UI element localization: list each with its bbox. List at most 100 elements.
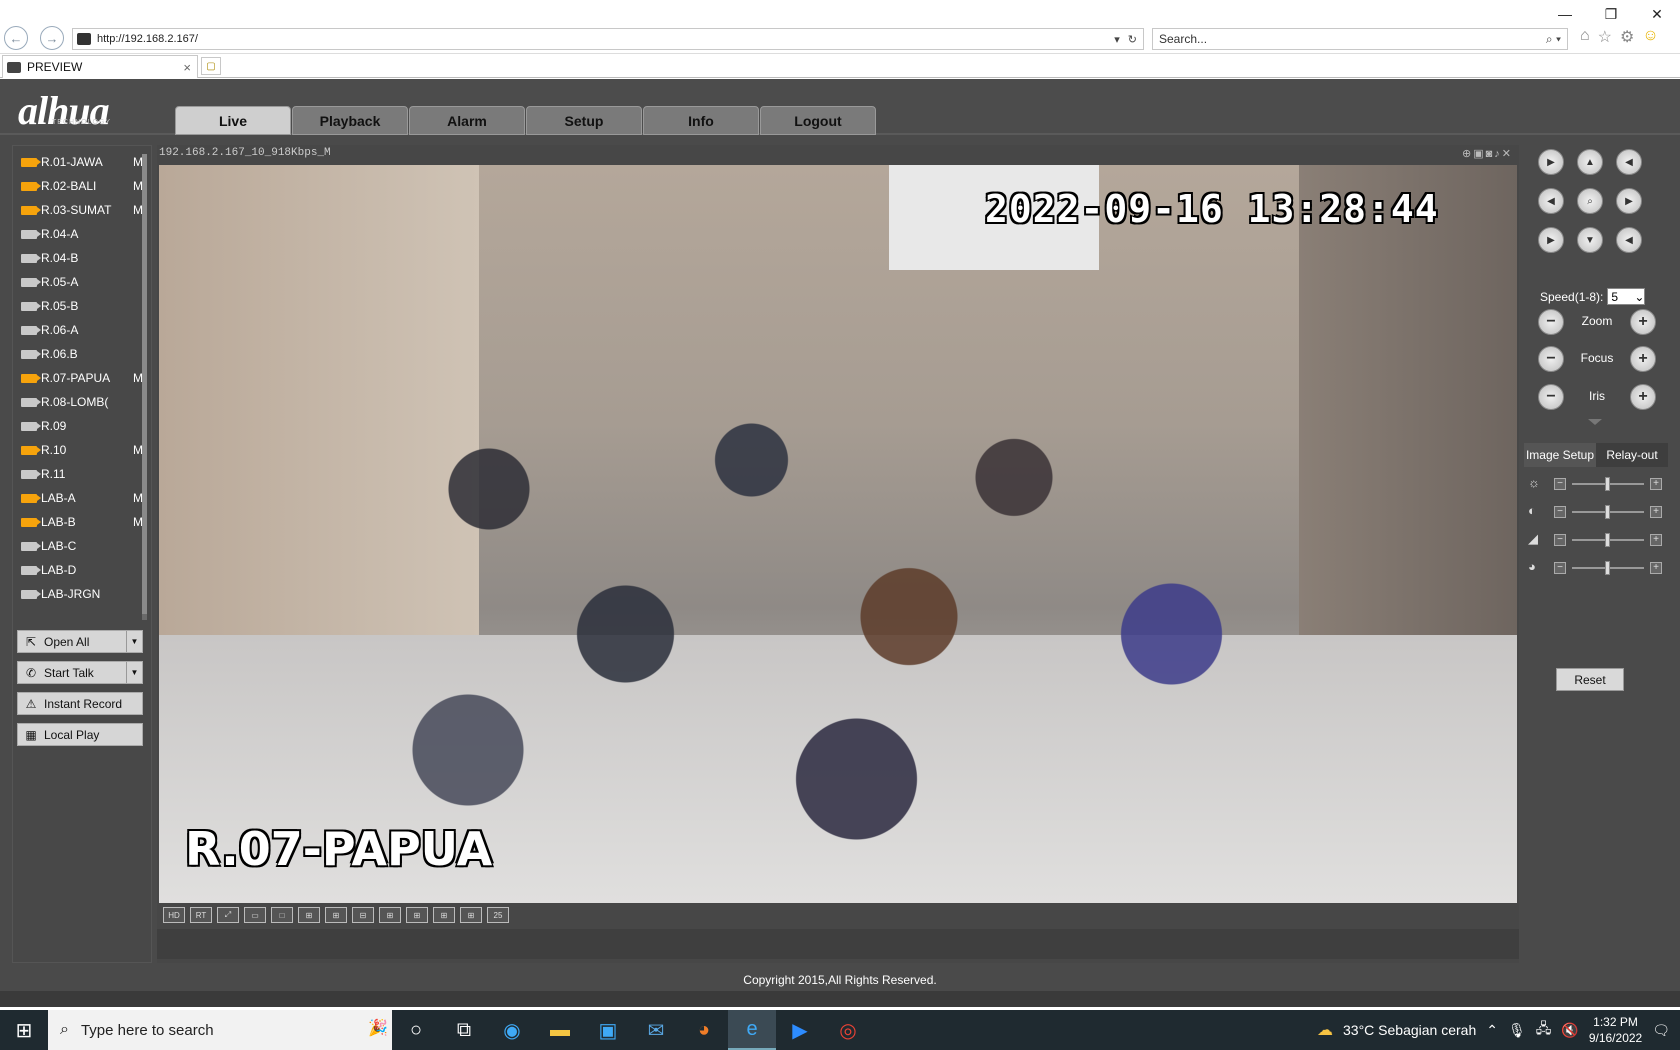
brightness-minus-button[interactable]: − — [1554, 478, 1566, 490]
taskbar-file-explorer[interactable]: ▬ — [536, 1010, 584, 1050]
taskbar-store[interactable]: ▣ — [584, 1010, 632, 1050]
channel-item[interactable]: R.09 — [15, 414, 147, 438]
taskbar-search-input[interactable]: ⌕ Type here to search 🎉 — [48, 1010, 392, 1050]
layout-button[interactable]: ⊞ — [379, 907, 401, 923]
focus-minus-button[interactable]: − — [1538, 346, 1564, 372]
slider-thumb[interactable] — [1605, 477, 1610, 491]
brightness-slider[interactable] — [1572, 477, 1644, 491]
speed-select[interactable]: 5 ⌄ — [1607, 288, 1646, 305]
start-talk-dropdown-icon[interactable]: ▼ — [126, 662, 142, 683]
layout-button[interactable]: ▭ — [244, 907, 266, 923]
iris-plus-button[interactable]: + — [1630, 384, 1656, 410]
ptz-up-right-button[interactable]: ◀ — [1616, 149, 1642, 175]
taskbar-zoom[interactable]: ▶ — [776, 1010, 824, 1050]
zoom-out-button[interactable]: − — [1538, 309, 1564, 335]
tab-live[interactable]: Live — [175, 106, 291, 135]
clock[interactable]: 1:32 PM 9/16/2022 — [1589, 1014, 1642, 1046]
slider-thumb[interactable] — [1605, 505, 1610, 519]
channel-item[interactable]: R.04-B — [15, 246, 147, 270]
tray-chevron-up-icon[interactable]: ⌃ — [1486, 1022, 1498, 1039]
ptz-up-left-button[interactable]: ▶ — [1538, 149, 1564, 175]
ptz-left-button[interactable]: ◀ — [1538, 188, 1564, 214]
settings-gear-icon[interactable]: ⚙ — [1620, 27, 1634, 47]
channel-item[interactable]: LAB-D — [15, 558, 147, 582]
camera-video-feed[interactable]: 2022-09-16 13:28:44 R.07-PAPUA — [159, 165, 1517, 903]
layout-button[interactable]: ⤢ — [217, 907, 239, 923]
minimize-button[interactable]: — — [1542, 0, 1588, 28]
home-icon[interactable]: ⌂ — [1580, 27, 1590, 47]
tab-close-icon[interactable]: × — [183, 60, 197, 75]
ptz-center-button[interactable]: ⌕ — [1577, 188, 1603, 214]
focus-plus-button[interactable]: + — [1630, 346, 1656, 372]
hue-slider[interactable] — [1572, 561, 1644, 575]
close-video-icon[interactable]: ✕ — [1502, 148, 1513, 160]
channel-item[interactable]: R.08-LOMB( — [15, 390, 147, 414]
layout-button[interactable]: ⊞ — [298, 907, 320, 923]
browser-tab-preview[interactable]: PREVIEW × — [2, 55, 198, 78]
microphone-icon[interactable]: 🎙 — [1508, 1022, 1526, 1039]
instant-record-button[interactable]: ⚠ Instant Record — [17, 692, 143, 715]
search-icon[interactable]: ⌕ ▾ — [1546, 32, 1567, 47]
reset-button[interactable]: Reset — [1556, 668, 1624, 691]
contrast-slider[interactable] — [1572, 505, 1644, 519]
layout-button[interactable]: ⊞ — [406, 907, 428, 923]
weather-text[interactable]: 33°C Sebagian cerah — [1343, 1022, 1476, 1038]
layout-button[interactable]: HD — [163, 907, 185, 923]
forward-button[interactable]: → — [40, 26, 64, 50]
snapshot-icon[interactable]: ▣ — [1473, 148, 1485, 160]
refresh-icon[interactable]: ↻ — [1128, 33, 1137, 46]
zoom-icon[interactable]: ⊕ — [1462, 148, 1473, 160]
tab-logout[interactable]: Logout — [760, 106, 876, 135]
iris-minus-button[interactable]: − — [1538, 384, 1564, 410]
channel-item[interactable]: R.04-A — [15, 222, 147, 246]
close-window-button[interactable]: ✕ — [1634, 0, 1680, 28]
layout-button[interactable]: ⊞ — [460, 907, 482, 923]
back-button[interactable]: ← — [4, 26, 28, 50]
hue-plus-button[interactable]: + — [1650, 562, 1662, 574]
browser-search-input[interactable]: Search... ⌕ ▾ — [1152, 28, 1568, 50]
network-icon[interactable]: 🖧 — [1536, 1018, 1552, 1042]
zoom-in-button[interactable]: + — [1630, 309, 1656, 335]
layout-button[interactable]: ⊞ — [325, 907, 347, 923]
brightness-plus-button[interactable]: + — [1650, 478, 1662, 490]
task-view-button[interactable]: ⧉ — [440, 1010, 488, 1050]
channel-item[interactable]: LAB-A M — [15, 486, 147, 510]
channel-item[interactable]: R.02-BALI M — [15, 174, 147, 198]
channel-item[interactable]: LAB-JRGN — [15, 582, 147, 606]
tab-image-setup[interactable]: Image Setup — [1524, 443, 1596, 467]
start-button[interactable]: ⊞ — [0, 1010, 48, 1050]
taskbar-mail[interactable]: ✉ — [632, 1010, 680, 1050]
contrast-minus-button[interactable]: − — [1554, 506, 1566, 518]
tab-info[interactable]: Info — [643, 106, 759, 135]
tab-playback[interactable]: Playback — [292, 106, 408, 135]
saturation-plus-button[interactable]: + — [1650, 534, 1662, 546]
channel-item[interactable]: LAB-B M — [15, 510, 147, 534]
layout-button[interactable]: RT — [190, 907, 212, 923]
tab-alarm[interactable]: Alarm — [409, 106, 525, 135]
channel-item[interactable]: R.07-PAPUA M — [15, 366, 147, 390]
slider-thumb[interactable] — [1605, 561, 1610, 575]
ptz-down-right-button[interactable]: ◀ — [1616, 227, 1642, 253]
record-icon[interactable]: ◙ — [1486, 148, 1495, 160]
taskbar-chrome[interactable]: ◎ — [824, 1010, 872, 1050]
favorites-star-icon[interactable]: ☆ — [1598, 27, 1612, 47]
layout-button[interactable]: □ — [271, 907, 293, 923]
layout-button[interactable]: ⊞ — [433, 907, 455, 923]
audio-icon[interactable]: ♪ — [1494, 148, 1502, 160]
taskbar-firefox[interactable]: ◕ — [680, 1010, 728, 1050]
channel-item[interactable]: R.06-A — [15, 318, 147, 342]
taskbar-edge[interactable]: ◉ — [488, 1010, 536, 1050]
ptz-down-button[interactable]: ▼ — [1577, 227, 1603, 253]
channel-item[interactable]: R.03-SUMAT M — [15, 198, 147, 222]
notifications-icon[interactable]: 🗨 — [1652, 1022, 1670, 1039]
channel-item[interactable]: R.06.B — [15, 342, 147, 366]
collapse-arrow-icon[interactable] — [1588, 419, 1602, 425]
slider-thumb[interactable] — [1605, 533, 1610, 547]
layout-button[interactable]: 25 — [487, 907, 509, 923]
channel-item[interactable]: R.11 — [15, 462, 147, 486]
tab-relay-out[interactable]: Relay-out — [1596, 443, 1668, 467]
hue-minus-button[interactable]: − — [1554, 562, 1566, 574]
local-play-button[interactable]: ▦ Local Play — [17, 723, 143, 746]
start-talk-button[interactable]: ✆ Start Talk ▼ — [17, 661, 143, 684]
scrollbar-thumb[interactable] — [142, 154, 147, 614]
